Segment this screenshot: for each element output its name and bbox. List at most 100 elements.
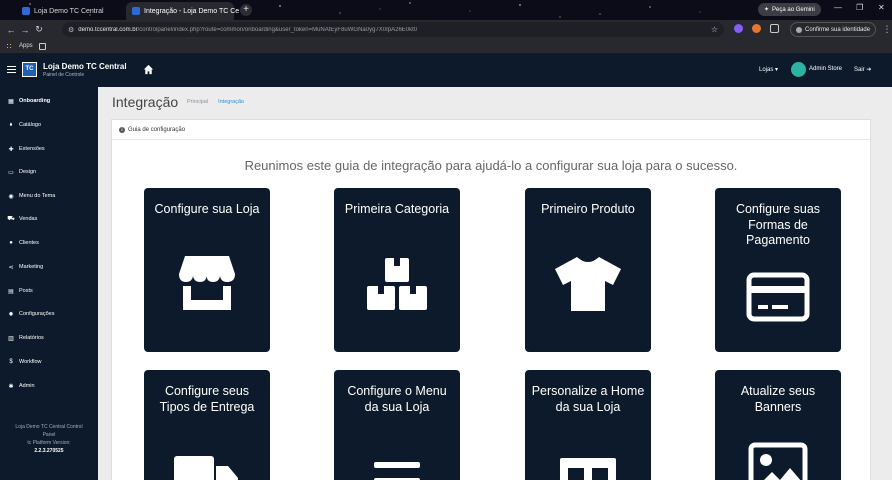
sidebar-item-admin[interactable]: ✱ Admin: [8, 383, 35, 390]
layout-icon: [560, 458, 616, 480]
breadcrumb: Principal Integração: [187, 99, 244, 105]
store-icon: [179, 256, 235, 310]
info-icon: i: [119, 126, 125, 133]
card-payment-methods[interactable]: Configure suas Formas de Pagamento: [715, 188, 841, 352]
bookmark-apps[interactable]: Apps: [19, 43, 33, 49]
address-bar[interactable]: ⚙ demo.tccentral.com.br/controlpanel/ind…: [62, 22, 724, 37]
extension-icon[interactable]: [734, 24, 743, 33]
minimize-button[interactable]: —: [834, 3, 842, 12]
sidebar-item-label: Clientes: [19, 240, 39, 246]
reload-icon[interactable]: ↻: [32, 24, 46, 35]
sidebar-item-label: Extensões: [19, 146, 45, 152]
sidebar-item-label: Relatórios: [19, 335, 44, 341]
tab-title: Integração - Loja Demo TC Ce: [144, 7, 240, 15]
sidebar-item-label: Catálogo: [19, 122, 42, 128]
close-window-button[interactable]: ✕: [878, 3, 885, 12]
admin-name[interactable]: Admin Store: [809, 66, 842, 72]
page-title: Integração: [112, 94, 179, 110]
site-info-icon[interactable]: ⚙: [68, 26, 74, 34]
sidebar-item-menu-do-tema[interactable]: ◉ Menu do Tema: [8, 193, 56, 200]
sidebar: ▦ Onboarding ⬧ Catálogo ✚ Extensões ▭ Design…: [0, 87, 98, 480]
setup-guide-panel: i Guia de configuração Reunimos este gui…: [111, 119, 871, 480]
forward-icon[interactable]: →: [18, 25, 32, 35]
sidebar-item-label: Admin: [19, 383, 35, 389]
platform-version: 2.2.3.270525: [34, 448, 64, 454]
card-configure-store[interactable]: Configure sua Loja: [144, 188, 270, 352]
footer-line: Panel: [42, 432, 56, 438]
breadcrumb-principal[interactable]: Principal: [187, 99, 208, 105]
extension-icon[interactable]: [752, 24, 761, 33]
app-header: TC Loja Demo TC Central Painel de Contro…: [0, 54, 892, 87]
sidebar-footer: Loja Demo TC Central Control Panel tc Pl…: [0, 423, 98, 455]
sidebar-item-relatorios[interactable]: ▥ Relatórios: [8, 335, 44, 342]
panel-header: i Guia de configuração: [112, 120, 870, 140]
home-icon[interactable]: [143, 64, 154, 75]
card-delivery-types[interactable]: Configure seus Tipos de Entrega: [144, 370, 270, 480]
extensions-puzzle-icon[interactable]: [770, 24, 779, 33]
sidebar-item-marketing[interactable]: ⋖ Marketing: [8, 264, 44, 271]
apps-grid-icon: [6, 42, 13, 50]
identity-chip[interactable]: Confirme sua identidade: [790, 22, 877, 37]
brand-subtitle: Painel de Controle: [43, 72, 85, 78]
new-tab-button[interactable]: +: [240, 4, 252, 16]
sidebar-item-label: Menu do Tema: [19, 193, 56, 199]
card-store-menu[interactable]: Configure o Menu da sua Loja: [334, 370, 460, 480]
sidebar-item-workflow[interactable]: $ Workflow: [8, 359, 41, 365]
bookmark-star-icon[interactable]: ☆: [711, 25, 718, 34]
browser-tab-1[interactable]: Loja Demo TC Central ×: [16, 2, 142, 20]
tshirt-icon: [555, 257, 621, 311]
brand-title[interactable]: Loja Demo TC Central: [43, 62, 127, 71]
sparkle-icon: ✦: [764, 7, 770, 13]
truck-icon: [174, 456, 238, 480]
chart-icon: ▥: [8, 335, 14, 342]
sidebar-item-extensoes[interactable]: ✚ Extensões: [8, 146, 45, 153]
url-text: demo.tccentral.com.br/controlpanel/index…: [78, 27, 417, 33]
card-home-layout[interactable]: Personalize a Home da sua Loja: [525, 370, 651, 480]
dollar-icon: $: [9, 359, 13, 365]
browser-menu-icon[interactable]: ⋮: [880, 24, 892, 35]
gear-icon: ✹: [8, 311, 14, 318]
avatar[interactable]: [791, 62, 806, 77]
user-icon: ●: [9, 240, 13, 246]
card-first-product[interactable]: Primeiro Produto: [525, 188, 651, 352]
browser-tab-strip: Loja Demo TC Central × Integração - Loja…: [0, 0, 892, 20]
menu-icon: [374, 462, 420, 480]
breadcrumb-integracao[interactable]: Integração: [218, 99, 244, 105]
card-first-category[interactable]: Primeira Categoria: [334, 188, 460, 352]
stores-dropdown[interactable]: Lojas ▾: [759, 66, 778, 73]
sidebar-item-clientes[interactable]: ● Clientes: [8, 240, 39, 246]
sidebar-item-label: Vendas: [19, 216, 38, 222]
sidebar-item-label: Onboarding: [19, 98, 51, 104]
logout-link[interactable]: Sair ➔: [854, 66, 871, 73]
sidebar-item-posts[interactable]: ▤ Posts: [8, 288, 33, 295]
url-path: /controlpanel/index.php?route=common/onb…: [137, 26, 418, 33]
card-title: Configure seus Tipos de Entrega: [159, 384, 255, 414]
panel-title: Guia de configuração: [128, 126, 186, 133]
asterisk-icon: ✱: [8, 383, 14, 390]
sidebar-item-onboarding[interactable]: ▦ Onboarding: [8, 98, 51, 105]
sidebar-item-catalogo[interactable]: ⬧ Catálogo: [8, 122, 42, 129]
sidebar-item-configuracoes[interactable]: ✹ Configurações: [8, 311, 54, 318]
browser-tab-2[interactable]: Integração - Loja Demo TC Ce ×: [126, 2, 251, 20]
maximize-button[interactable]: ❐: [856, 3, 863, 12]
card-title: Primeira Categoria: [344, 202, 450, 216]
sidebar-item-design[interactable]: ▭ Design: [8, 169, 37, 176]
card-title: Primeiro Produto: [541, 202, 635, 216]
intro-text: Reunimos este guia de integração para aj…: [244, 158, 738, 173]
sidebar-item-label: Marketing: [19, 264, 44, 270]
monitor-icon: ▭: [8, 169, 14, 176]
sidebar-item-label: Design: [19, 169, 37, 175]
brand-logo: TC: [22, 62, 37, 77]
tab-group-icon[interactable]: [38, 42, 46, 50]
footer-line: Loja Demo TC Central Control: [15, 424, 83, 430]
hamburger-menu-icon[interactable]: [7, 66, 16, 73]
book-icon: ▤: [8, 288, 14, 295]
sidebar-item-vendas[interactable]: ⛟ Vendas: [7, 216, 38, 222]
back-icon[interactable]: ←: [4, 25, 18, 35]
gemini-button[interactable]: ✦ Peça ao Gemini: [758, 3, 821, 16]
card-update-banners[interactable]: Atualize seus Banners: [715, 370, 841, 480]
card-title: Configure suas Formas de Pagamento: [735, 202, 821, 247]
gemini-label: Peça ao Gemini: [772, 6, 815, 13]
card-title: Configure o Menu da sua Loja: [347, 384, 447, 414]
browser-toolbar: ← → ↻ ⚙ demo.tccentral.com.br/controlpan…: [0, 20, 892, 39]
